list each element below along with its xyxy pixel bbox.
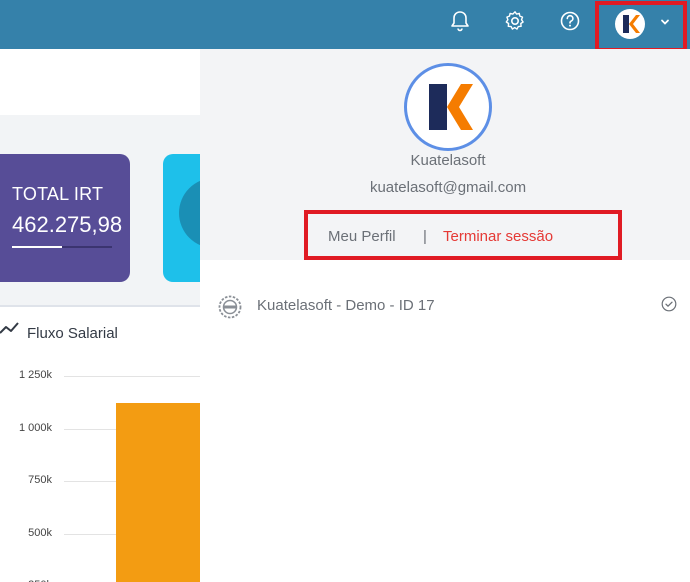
top-bar [0, 0, 690, 49]
salary-flow-chart: Fluxo Salarial 1 250k1 000k750k500k250k [0, 305, 200, 582]
summary-card [163, 154, 203, 282]
company-seal-icon [218, 295, 242, 319]
card-value: 462.275,98 [12, 212, 123, 237]
y-tick-label: 1 250k [18, 369, 52, 381]
link-separator: | [423, 228, 427, 245]
logout-link[interactable]: Terminar sessão [443, 228, 553, 245]
card-progress-fill [12, 246, 62, 248]
total-irt-card: TOTAL IRT 462.275,98 [0, 154, 130, 282]
sub-header [0, 49, 200, 115]
gear-icon[interactable] [502, 8, 528, 34]
company-logo-large [404, 63, 492, 151]
company-list-item[interactable]: Kuatelasoft - Demo - ID 17 [200, 282, 690, 328]
grid-line [64, 376, 200, 377]
y-tick-label: 750k [28, 474, 52, 486]
profile-header: Kuatelasoft kuatelasoft@gmail.com Meu Pe… [200, 49, 690, 260]
help-icon[interactable] [557, 8, 583, 34]
user-name: Kuatelasoft [410, 152, 486, 169]
bar-mark [116, 403, 200, 582]
chart-title: Fluxo Salarial [27, 325, 118, 342]
user-dropdown-menu: Kuatelasoft kuatelasoft@gmail.com Meu Pe… [200, 49, 690, 582]
company-name: Kuatelasoft - Demo - ID 17 [257, 297, 435, 314]
my-profile-link[interactable]: Meu Perfil [328, 228, 396, 245]
trend-line-icon [0, 319, 24, 346]
bell-icon[interactable] [447, 8, 473, 34]
check-circle-icon [661, 296, 677, 317]
y-tick-label: 1 000k [18, 421, 52, 434]
y-tick-label: 500k [28, 526, 52, 539]
user-email: kuatelasoft@gmail.com [369, 179, 527, 196]
profile-actions: Meu Perfil | Terminar sessão [304, 210, 622, 260]
card-title: TOTAL IRT [12, 184, 104, 204]
chevron-down-icon [659, 15, 671, 33]
user-avatar [615, 9, 645, 39]
card-progress-track [12, 246, 112, 248]
user-menu-button[interactable] [595, 1, 687, 52]
